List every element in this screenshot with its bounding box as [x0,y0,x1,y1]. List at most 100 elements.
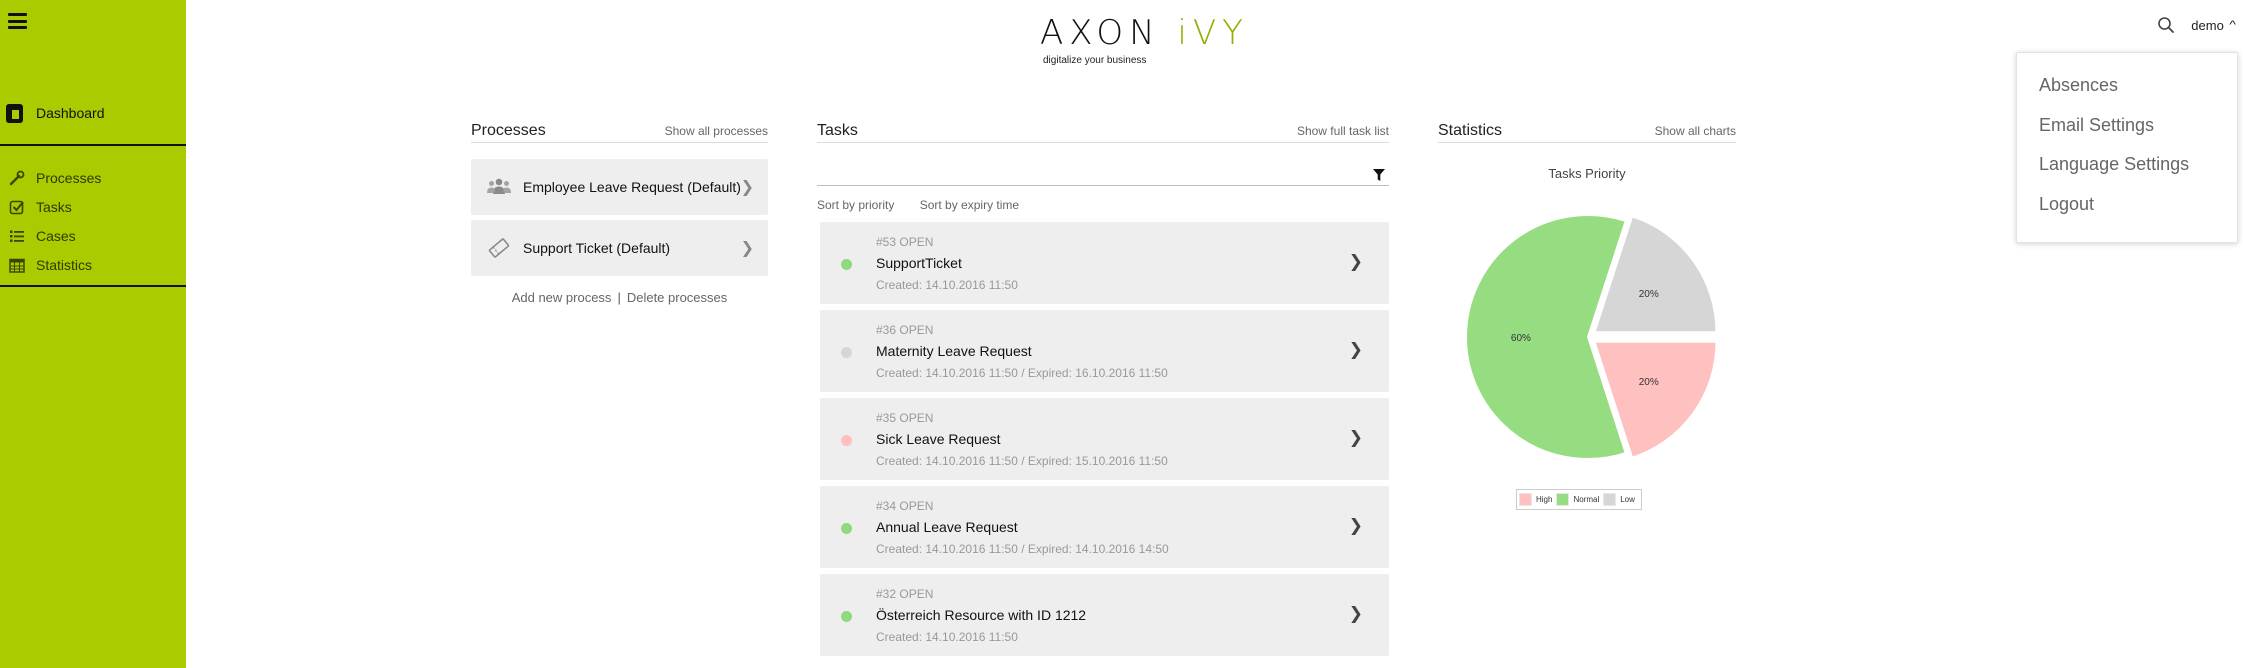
task-item[interactable]: #36 OPEN Maternity Leave Request Created… [820,310,1389,392]
menu-item-logout[interactable]: Logout [2017,194,2237,234]
chevron-right-icon: ❯ [1348,516,1363,535]
filter-icon[interactable] [1373,169,1385,181]
calendar-icon [8,256,26,274]
sidebar-item-cases[interactable]: Cases [8,221,101,250]
menu-item-language-settings[interactable]: Language Settings [2017,154,2237,194]
task-id: #53 OPEN [876,235,934,249]
show-full-task-list-link[interactable]: Show full task list [1297,124,1389,138]
task-name: Annual Leave Request [876,519,1018,535]
task-date: Created: 14.10.2016 11:50 / Expired: 14.… [876,542,1169,556]
ticket-icon [487,238,511,258]
task-date: Created: 14.10.2016 11:50 [876,630,1018,644]
legend-item: High [1519,493,1552,506]
logo-wordmark: AXON iVY [1040,15,1243,51]
chart-title: Tasks Priority [1548,166,1626,181]
sidebar: Dashboard Processes Tasks Cases Statisti [0,0,186,668]
show-all-processes-link[interactable]: Show all processes [665,124,768,138]
process-actions: Add new process | Delete processes [471,290,768,305]
wrench-icon [8,169,26,187]
pie-label-high: 20% [1639,377,1659,388]
task-item[interactable]: #34 OPEN Annual Leave Request Created: 1… [820,486,1389,568]
process-label: Employee Leave Request (Default) [523,179,741,195]
task-date: Created: 14.10.2016 11:50 / Expired: 16.… [876,366,1168,380]
priority-dot [841,611,852,622]
task-item[interactable]: #35 OPEN Sick Leave Request Created: 14.… [820,398,1389,480]
legend-label: Low [1620,495,1635,504]
task-name: Österreich Resource with ID 1212 [876,607,1087,623]
logo-word-ivy: iVY [1177,13,1249,53]
users-icon [487,177,511,197]
sort-by-priority-link[interactable]: Sort by priority [817,198,894,212]
priority-dot [841,435,852,446]
tasks-header: Tasks Show full task list [817,122,1389,143]
chevron-right-icon: ❯ [740,179,754,196]
tasks-priority-pie-chart[interactable]: 20% 60% 20% [1458,207,1718,467]
chevron-right-icon: ❯ [1348,604,1363,623]
task-id: #35 OPEN [876,411,934,425]
processes-widget: Processes Show all processes Employee Le… [471,122,768,305]
legend-item: Low [1603,493,1635,506]
header-actions: demo ^ [2157,16,2236,34]
task-item[interactable]: #53 OPEN SupportTicket Created: 14.10.20… [820,222,1389,304]
sidebar-item-processes[interactable]: Processes [8,163,101,192]
user-menu-toggle[interactable]: demo ^ [2191,18,2235,33]
task-name: Maternity Leave Request [876,343,1032,359]
add-new-process-link[interactable]: Add new process [512,290,612,305]
task-item[interactable]: #32 OPEN Österreich Resource with ID 121… [820,574,1389,656]
sort-by-expiry-link[interactable]: Sort by expiry time [920,198,1019,212]
list-icon [8,227,26,245]
menu-toggle-icon[interactable] [8,13,27,29]
show-all-charts-link[interactable]: Show all charts [1655,124,1736,138]
chevron-up-icon: ^ [2229,19,2236,31]
pie-label-normal: 60% [1511,333,1531,344]
sidebar-nav: Processes Tasks Cases Statistics [8,163,101,279]
action-separator: | [617,290,621,305]
processes-header: Processes Show all processes [471,122,768,143]
legend-item: Normal [1556,493,1599,506]
statistics-widget: Statistics Show all charts Tasks Priorit… [1438,122,1736,522]
sidebar-item-label: Dashboard [36,105,105,121]
priority-dot [841,259,852,270]
sidebar-divider [0,285,186,287]
chevron-right-icon: ❯ [1348,252,1363,271]
delete-processes-link[interactable]: Delete processes [627,290,727,305]
tasks-title: Tasks [817,122,858,139]
sidebar-item-dashboard[interactable]: Dashboard [6,102,105,124]
task-name: Sick Leave Request [876,431,1001,447]
tasks-widget: Tasks Show full task list Sort by priori… [817,122,1389,656]
menu-item-absences[interactable]: Absences [2017,75,2237,115]
sidebar-item-tasks[interactable]: Tasks [8,192,101,221]
check-square-icon [8,198,26,216]
chevron-right-icon: ❯ [1348,428,1363,447]
user-dropdown-menu: Absences Email Settings Language Setting… [2016,52,2238,243]
processes-title: Processes [471,122,546,139]
sidebar-divider [0,144,186,146]
sidebar-item-label: Statistics [36,256,93,273]
legend-swatch [1603,493,1617,506]
sidebar-item-statistics[interactable]: Statistics [8,250,101,279]
legend-label: Normal [1573,495,1600,504]
task-list: #53 OPEN SupportTicket Created: 14.10.20… [817,222,1389,656]
axon-ivy-logo[interactable]: AXON iVY digitalize your business [1040,15,1243,70]
sidebar-item-label: Cases [36,227,76,244]
sidebar-item-label: Tasks [36,198,72,215]
legend-label: High [1536,495,1553,504]
menu-item-email-settings[interactable]: Email Settings [2017,115,2237,155]
statistics-header: Statistics Show all charts [1438,122,1736,143]
process-item[interactable]: Employee Leave Request (Default) ❯ [471,159,768,215]
task-filter-bar[interactable] [817,143,1389,186]
task-date: Created: 14.10.2016 11:50 [876,278,1018,292]
process-item[interactable]: Support Ticket (Default) ❯ [471,220,768,276]
task-date: Created: 14.10.2016 11:50 / Expired: 15.… [876,454,1168,468]
priority-dot [841,347,852,358]
chart-legend: High Normal Low [1516,489,1642,510]
search-icon[interactable] [2157,16,2175,34]
sidebar-item-label: Processes [36,169,102,186]
pie-slice-normal[interactable] [1465,214,1627,460]
task-id: #34 OPEN [876,499,934,513]
chevron-right-icon: ❯ [1348,340,1363,359]
task-sort-options: Sort by priority Sort by expiry time [817,198,1389,212]
statistics-title: Statistics [1438,122,1503,139]
chevron-right-icon: ❯ [740,240,754,257]
task-id: #32 OPEN [876,587,934,601]
